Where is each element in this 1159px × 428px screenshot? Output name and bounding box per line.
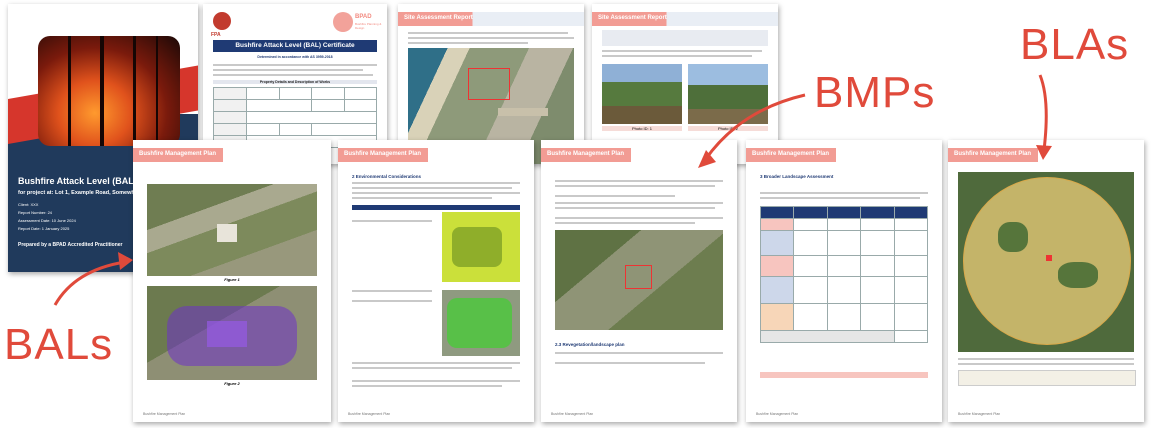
photo-1-caption: Photo ID: 1 — [602, 126, 682, 131]
bla-arrow — [1038, 74, 1048, 151]
bla-annotation-label: BLAs — [1020, 20, 1130, 69]
figure-1-caption: Figure 1 — [224, 277, 240, 282]
bpad-logo — [333, 12, 353, 32]
photo-2-caption: Photo ID: 2 — [688, 126, 768, 131]
page-header: Bushfire Management Plan — [541, 148, 631, 162]
page-header: Bushfire Management Plan — [133, 148, 223, 162]
figure-bal-contour-map — [147, 286, 317, 380]
cover-prepared-by: Prepared by a BPAD Accredited Practition… — [18, 242, 123, 248]
environmental-map-1 — [442, 212, 520, 282]
page-header: Site Assessment Report — [398, 12, 584, 26]
page-header: Site Assessment Report — [592, 12, 778, 26]
bla-assessment-table — [759, 206, 929, 343]
environmental-map-2 — [442, 290, 520, 356]
site-photo-1 — [602, 64, 682, 124]
certificate-title: Bushfire Attack Level (BAL) Certificate — [235, 42, 355, 49]
broader-landscape-map — [958, 172, 1134, 352]
figure-aerial-map — [147, 184, 317, 276]
bpad-logo-subtext: Bushfire Planning & Design — [355, 22, 382, 30]
section-heading: 2 Environmental Considerations — [352, 174, 422, 179]
cover-report-number: Report Number: 24 — [18, 210, 53, 215]
fpa-logo-text: FPA — [211, 32, 221, 38]
cover-fire-photo — [38, 36, 180, 146]
bmp-page-figures: Bushfire Management Plan Figure 1 Figure… — [133, 140, 331, 422]
cover-report-date: Report Date: 1 January 2025 — [18, 226, 70, 231]
section-heading: 2.3 Revegetation/landscape plan — [555, 342, 625, 347]
page-header: Bushfire Management Plan — [338, 148, 428, 162]
cover-assessment-date: Assessment Date: 10 June 2024 — [18, 218, 76, 223]
page-header: Bushfire Management Plan — [948, 148, 1038, 162]
bal-annotation-label: BALs — [4, 320, 114, 369]
vegetation-modification-map — [555, 230, 723, 330]
site-photo-2 — [688, 64, 768, 124]
certificate-subtitle: Determined in accordance with AS 3959-20… — [257, 55, 333, 59]
fpa-logo — [213, 12, 231, 30]
section-heading: 3 Broader Landscape Assessment — [760, 174, 834, 179]
certificate-property-table — [213, 87, 377, 148]
bla-page-table: Bushfire Management Plan 3 Broader Lands… — [746, 140, 942, 422]
certificate-section-heading: Property Details and Description of Work… — [213, 80, 377, 84]
bla-page-map: Bushfire Management Plan Bushfire Manage… — [948, 140, 1144, 422]
bmp-page-environmental: Bushfire Management Plan 2 Environmental… — [338, 140, 534, 422]
figure-2-caption: Figure 2 — [224, 381, 240, 386]
bmp-page-vegetation: Bushfire Management Plan 2.3 Revegetatio… — [541, 140, 737, 422]
bmp-annotation-label: BMPs — [814, 68, 936, 117]
page-header: Bushfire Management Plan — [746, 148, 836, 162]
bpad-logo-text: BPAD — [355, 14, 372, 20]
cover-client: Client: XXX — [18, 202, 39, 207]
